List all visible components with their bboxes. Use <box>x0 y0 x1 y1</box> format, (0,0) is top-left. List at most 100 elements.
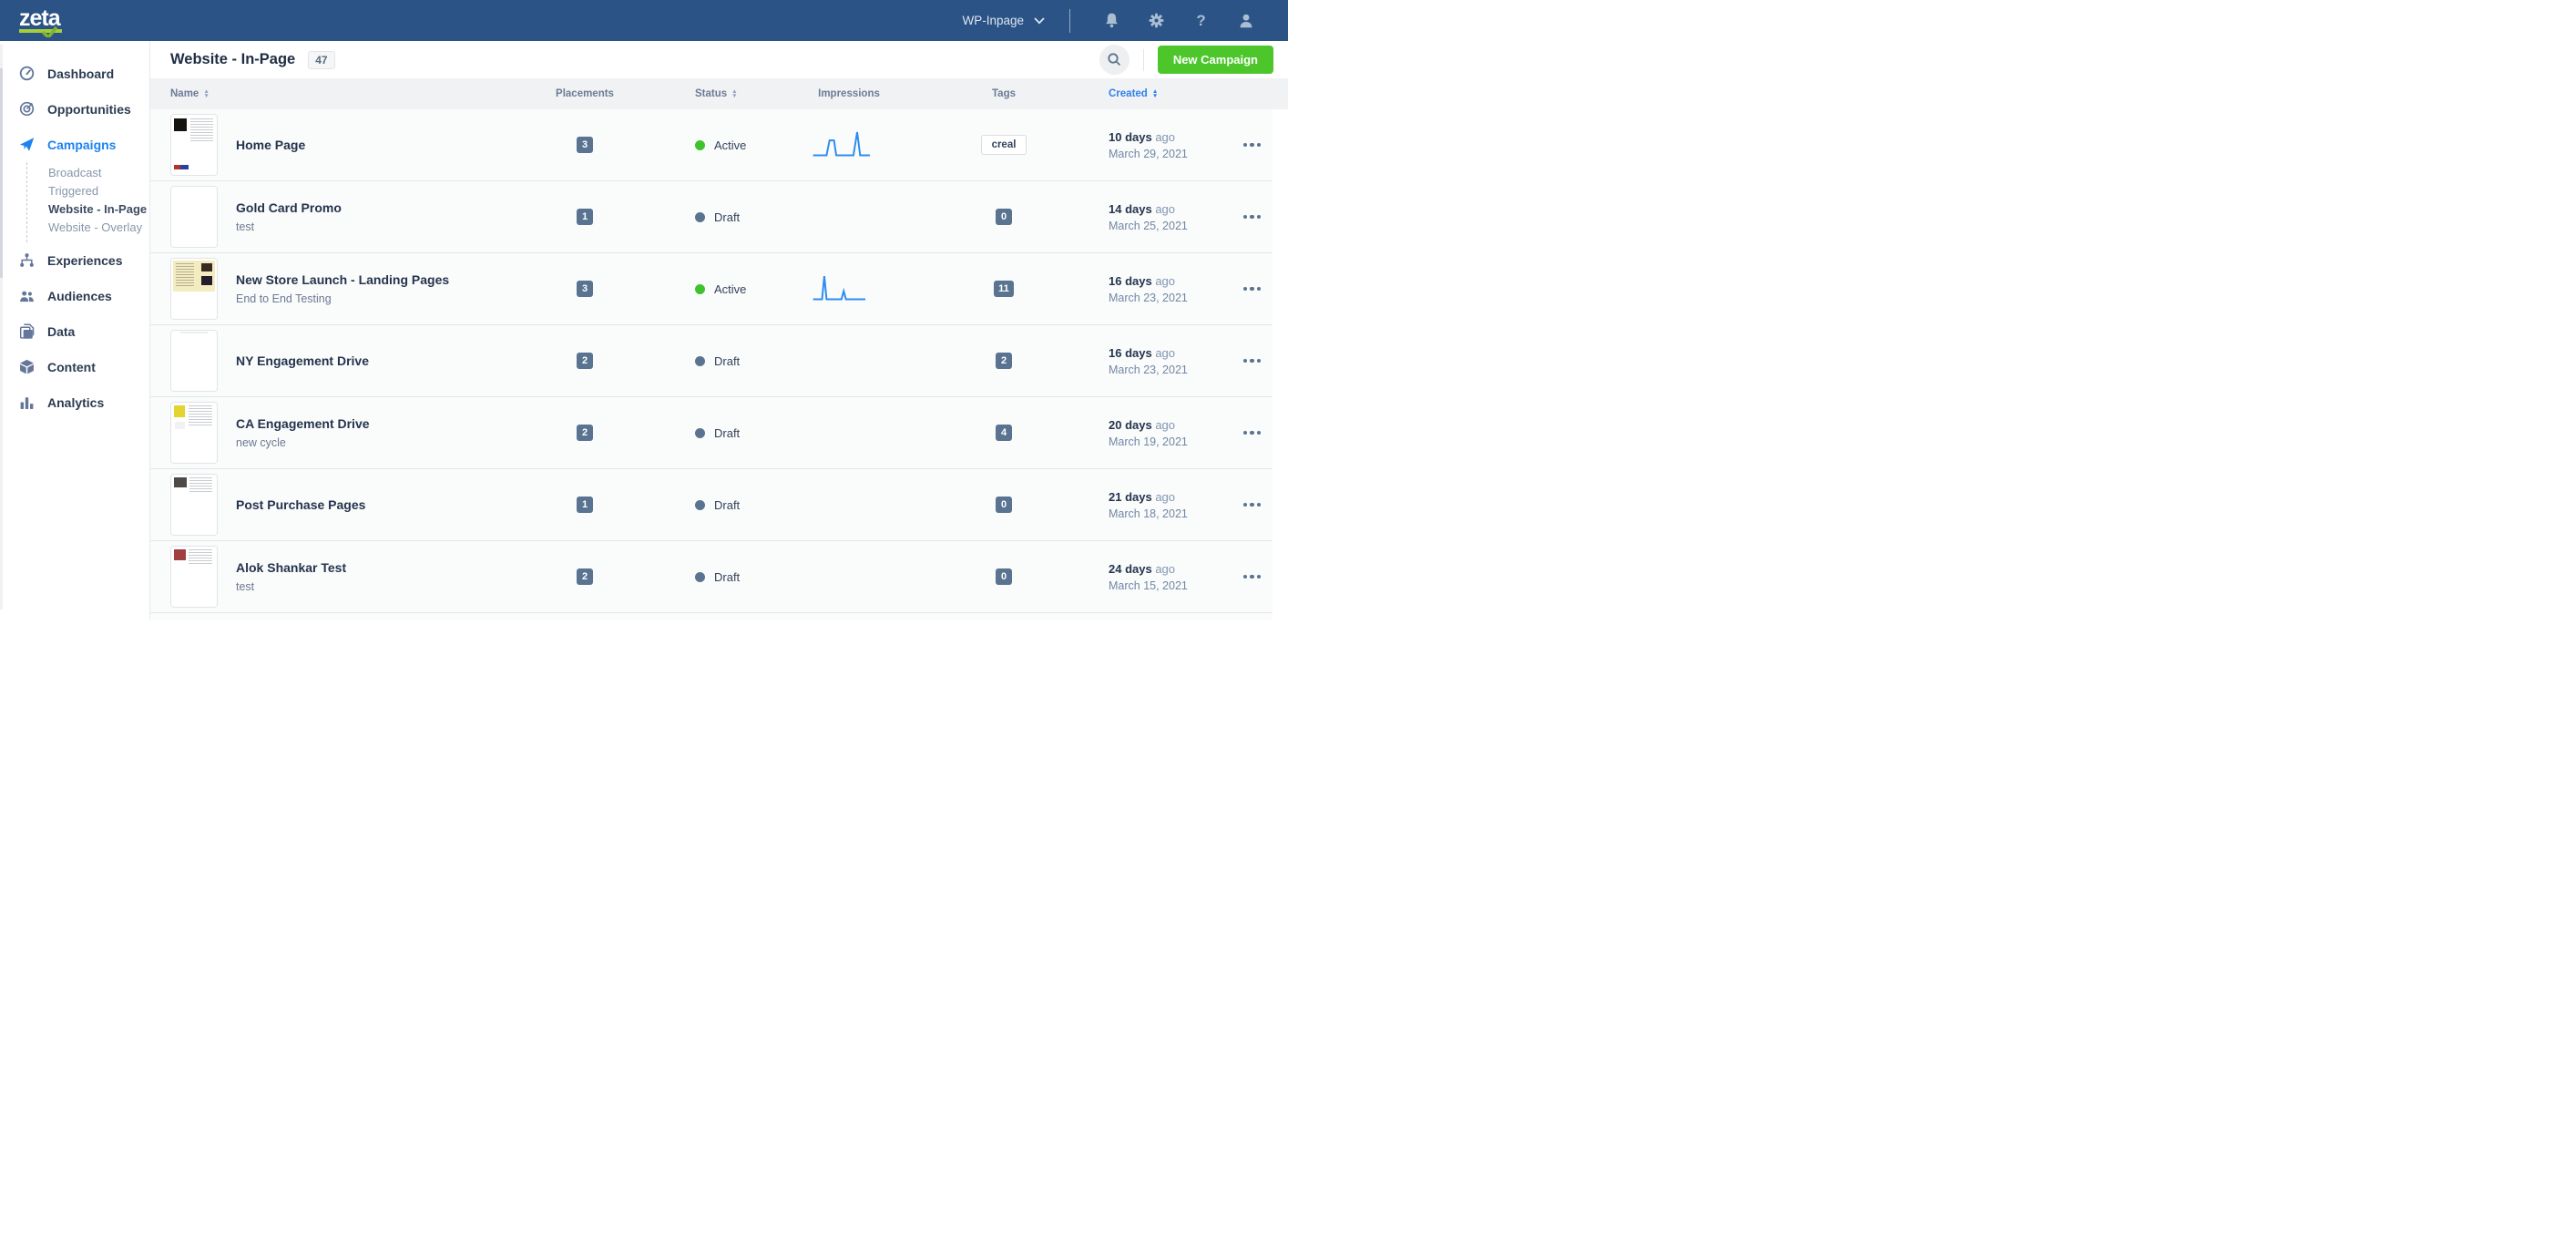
sidebar-item-analytics[interactable]: Analytics <box>0 384 149 420</box>
sidebar-item-audiences[interactable]: Audiences <box>0 278 149 313</box>
created-cell: 24 days ago March 15, 2021 <box>1072 562 1232 592</box>
campaign-subtitle: End to End Testing <box>236 292 449 305</box>
campaign-name: New Store Launch - Landing Pages <box>236 272 449 287</box>
placements-cell: 2 <box>544 353 626 369</box>
campaigns-icon <box>19 137 35 152</box>
table-row[interactable]: Post Purchase Pages 1 Draft 0 21 days ag… <box>150 469 1273 541</box>
sidebar-item-experiences[interactable]: Experiences <box>0 242 149 278</box>
subnav-item-broadcast[interactable]: Broadcast <box>27 163 149 181</box>
created-date: March 15, 2021 <box>1109 579 1232 592</box>
column-header-status[interactable]: Status ▲▼ <box>626 88 762 99</box>
account-name: WP-Inpage <box>962 14 1024 27</box>
notifications-bell-icon[interactable] <box>1089 12 1134 29</box>
created-ago: ago <box>1155 130 1175 144</box>
user-profile-icon[interactable] <box>1223 12 1268 30</box>
created-relative: 24 days <box>1109 562 1152 576</box>
campaign-thumbnail <box>170 330 218 392</box>
sort-icon[interactable]: ▲▼ <box>731 89 737 99</box>
created-ago: ago <box>1155 490 1175 504</box>
new-campaign-button[interactable]: New Campaign <box>1158 46 1273 74</box>
name-cell: Gold Card Promo test <box>150 186 544 248</box>
tags-count-badge: 11 <box>994 281 1014 297</box>
status-label: Draft <box>714 354 740 368</box>
table-row[interactable]: New Store Launch - Landing Pages End to … <box>150 253 1273 325</box>
page-title: Website - In-Page <box>170 51 295 68</box>
sidebar-item-dashboard[interactable]: Dashboard <box>0 56 149 91</box>
placements-cell: 2 <box>544 425 626 441</box>
tags-cell: 0 <box>935 209 1072 225</box>
row-menu-button[interactable] <box>1232 325 1273 396</box>
placements-count-badge: 2 <box>577 568 593 585</box>
sidebar-item-label: Analytics <box>47 395 104 410</box>
settings-gear-icon[interactable] <box>1134 12 1179 29</box>
sidebar-item-data[interactable]: Data <box>0 313 149 349</box>
tag-chip: creal <box>981 135 1027 155</box>
row-menu-button[interactable] <box>1232 181 1273 252</box>
column-header-created[interactable]: Created ▲▼ <box>1072 88 1232 99</box>
campaign-thumbnail <box>170 402 218 464</box>
tags-count-badge: 4 <box>996 425 1012 441</box>
campaign-thumbnail <box>170 186 218 248</box>
status-dot <box>695 212 705 222</box>
opportunities-icon <box>19 101 35 117</box>
next-row-partial <box>150 613 1273 620</box>
campaign-subtitle: test <box>236 220 342 233</box>
sidebar-item-opportunities[interactable]: Opportunities <box>0 91 149 127</box>
table-row[interactable]: CA Engagement Drive new cycle 2 Draft 4 … <box>150 397 1273 469</box>
created-ago: ago <box>1155 346 1175 360</box>
row-menu-button[interactable] <box>1232 253 1273 324</box>
tags-cell: 11 <box>935 281 1072 297</box>
campaign-subtitle: new cycle <box>236 436 370 449</box>
subnav-item-website-overlay[interactable]: Website - Overlay <box>27 218 149 236</box>
subnav-item-website-in-page[interactable]: Website - In-Page <box>27 200 149 218</box>
row-menu-button[interactable] <box>1232 541 1273 612</box>
created-cell: 20 days ago March 19, 2021 <box>1072 418 1232 448</box>
placements-cell: 2 <box>544 568 626 585</box>
table-row[interactable]: Home Page 3 Active creal 10 days ago Mar… <box>150 109 1273 181</box>
created-cell: 14 days ago March 25, 2021 <box>1072 202 1232 232</box>
created-date: March 25, 2021 <box>1109 220 1232 232</box>
status-dot <box>695 140 705 150</box>
row-menu-button[interactable] <box>1232 469 1273 540</box>
created-relative: 10 days <box>1109 130 1152 144</box>
column-header-name[interactable]: Name ▲▼ <box>150 88 544 99</box>
placements-count-badge: 2 <box>577 425 593 441</box>
subnav-item-triggered[interactable]: Triggered <box>27 181 149 200</box>
table-row[interactable]: Gold Card Promo test 1 Draft 0 14 days a… <box>150 181 1273 253</box>
tags-count-badge: 0 <box>996 209 1012 225</box>
row-menu-button[interactable] <box>1232 397 1273 468</box>
row-menu-button[interactable] <box>1232 109 1273 180</box>
created-date: March 19, 2021 <box>1109 435 1232 448</box>
tags-cell: 0 <box>935 568 1072 585</box>
created-cell: 21 days ago March 18, 2021 <box>1072 490 1232 520</box>
topbar-divider <box>1069 9 1070 33</box>
search-button[interactable] <box>1099 45 1130 75</box>
sidebar-item-label: Experiences <box>47 253 123 268</box>
sidebar-scrollbar[interactable] <box>0 45 3 609</box>
created-ago: ago <box>1155 418 1175 432</box>
created-cell: 16 days ago March 23, 2021 <box>1072 274 1232 304</box>
status-cell: Draft <box>626 570 762 584</box>
app-screen: zeta WP-Inpage <box>0 0 1288 620</box>
table-row[interactable]: NY Engagement Drive 2 Draft 2 16 days ag… <box>150 325 1273 397</box>
sort-icon-active[interactable]: ▲▼ <box>1152 89 1158 99</box>
account-switcher[interactable]: WP-Inpage <box>962 14 1045 27</box>
campaign-count-badge: 47 <box>308 51 334 69</box>
sidebar-item-label: Campaigns <box>47 138 116 152</box>
sidebar-item-label: Data <box>47 324 75 339</box>
status-cell: Draft <box>626 498 762 512</box>
created-relative: 16 days <box>1109 346 1152 360</box>
campaign-thumbnail <box>170 474 218 536</box>
sort-icon[interactable]: ▲▼ <box>203 89 209 99</box>
sidebar-item-campaigns[interactable]: Campaigns <box>0 127 149 162</box>
status-dot <box>695 428 705 438</box>
table-row[interactable]: Alok Shankar Test test 2 Draft 0 24 days… <box>150 541 1273 613</box>
help-question-icon[interactable]: ? <box>1179 12 1223 29</box>
chevron-down-icon <box>1034 17 1045 25</box>
audiences-icon <box>19 288 35 303</box>
status-cell: Active <box>626 138 762 152</box>
dashboard-icon <box>19 66 35 81</box>
placements-count-badge: 2 <box>577 353 593 369</box>
sidebar-item-content[interactable]: Content <box>0 349 149 384</box>
tags-count-badge: 0 <box>996 568 1012 585</box>
